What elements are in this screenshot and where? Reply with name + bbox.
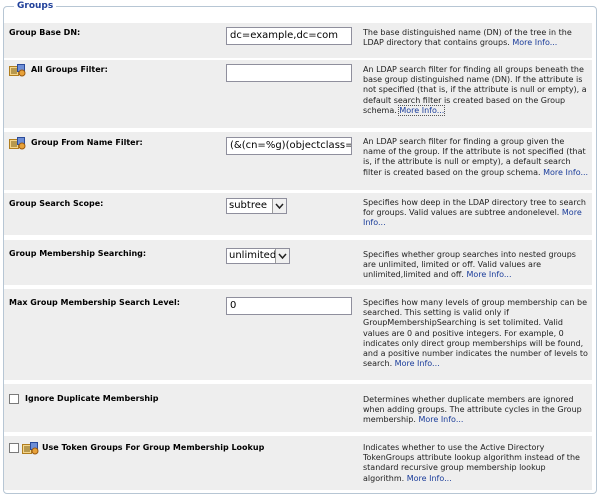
chevron-down-icon[interactable] xyxy=(272,199,286,213)
row-max-group-membership-search-level: Max Group Membership Search Level: 0 Spe… xyxy=(4,289,592,380)
more-info-link[interactable]: More Info... xyxy=(407,474,452,483)
property-sheet-icon xyxy=(9,64,27,77)
description-all-groups-filter: An LDAP search filter for finding all gr… xyxy=(363,65,589,116)
description-group-from-name-filter: An LDAP search filter for finding a grou… xyxy=(363,137,589,178)
label-max-group-membership-search-level: Max Group Membership Search Level: xyxy=(9,298,180,307)
row-group-membership-searching: Group Membership Searching: unlimited Sp… xyxy=(4,240,592,285)
description-text: Specifies how many levels of group membe… xyxy=(363,298,588,369)
more-info-link[interactable]: More Info... xyxy=(418,415,463,424)
row-group-base-dn: Group Base DN: dc=example,dc=com The bas… xyxy=(4,23,592,58)
ignore-duplicate-membership-checkbox[interactable] xyxy=(9,394,19,404)
description-text: Specifies how deep in the LDAP directory… xyxy=(363,198,586,218)
row-group-search-scope: Group Search Scope: subtree Specifies ho… xyxy=(4,193,592,235)
group-base-dn-input[interactable]: dc=example,dc=com xyxy=(226,27,352,45)
section-legend: Groups xyxy=(14,1,57,12)
chevron-down-icon[interactable] xyxy=(275,249,289,263)
more-info-link[interactable]: More Info... xyxy=(467,270,512,279)
selected-value: subtree xyxy=(229,200,268,211)
label-group-membership-searching: Group Membership Searching: xyxy=(9,249,147,258)
use-token-groups-checkbox[interactable] xyxy=(9,443,19,453)
all-groups-filter-input[interactable] xyxy=(226,64,352,82)
row-use-token-groups: Use Token Groups For Group Membership Lo… xyxy=(4,436,592,490)
description-group-search-scope: Specifies how deep in the LDAP directory… xyxy=(363,198,589,229)
description-text: Determines whether duplicate members are… xyxy=(363,395,582,425)
row-all-groups-filter: All Groups Filter: An LDAP search filter… xyxy=(4,60,592,128)
label-ignore-duplicate-membership: Ignore Duplicate Membership xyxy=(25,394,159,403)
property-sheet-icon xyxy=(22,442,40,455)
selected-value: unlimited xyxy=(229,250,277,261)
group-search-scope-select[interactable]: subtree xyxy=(226,198,287,214)
description-ignore-duplicate-membership: Determines whether duplicate members are… xyxy=(363,395,589,426)
description-group-base-dn: The base distinguished name (DN) of the … xyxy=(363,28,589,48)
more-info-link[interactable]: More Info... xyxy=(543,168,588,177)
description-max-group-membership-search-level: Specifies how many levels of group membe… xyxy=(363,298,589,369)
description-use-token-groups: Indicates whether to use the Active Dire… xyxy=(363,443,589,484)
description-text: An LDAP search filter for finding all gr… xyxy=(363,65,587,115)
more-info-link[interactable]: More Info... xyxy=(395,359,440,368)
row-group-from-name-filter: Group From Name Filter: (&(cn=%g)(object… xyxy=(4,132,592,190)
more-info-link[interactable]: More Info... xyxy=(398,104,446,116)
max-group-membership-search-level-input[interactable]: 0 xyxy=(226,297,352,315)
label-group-search-scope: Group Search Scope: xyxy=(9,199,104,208)
description-text: Indicates whether to use the Active Dire… xyxy=(363,443,580,483)
property-sheet-icon xyxy=(9,137,27,150)
more-info-link[interactable]: More Info... xyxy=(512,38,557,47)
group-membership-searching-select[interactable]: unlimited xyxy=(226,248,290,264)
label-all-groups-filter: All Groups Filter: xyxy=(31,65,108,74)
row-ignore-duplicate-membership: Ignore Duplicate Membership Determines w… xyxy=(4,384,592,432)
label-group-base-dn: Group Base DN: xyxy=(9,28,81,37)
label-group-from-name-filter: Group From Name Filter: xyxy=(31,138,143,147)
group-from-name-filter-input[interactable]: (&(cn=%g)(objectclass=g xyxy=(226,137,352,155)
label-use-token-groups: Use Token Groups For Group Membership Lo… xyxy=(42,443,265,452)
description-group-membership-searching: Specifies whether group searches into ne… xyxy=(363,250,589,281)
